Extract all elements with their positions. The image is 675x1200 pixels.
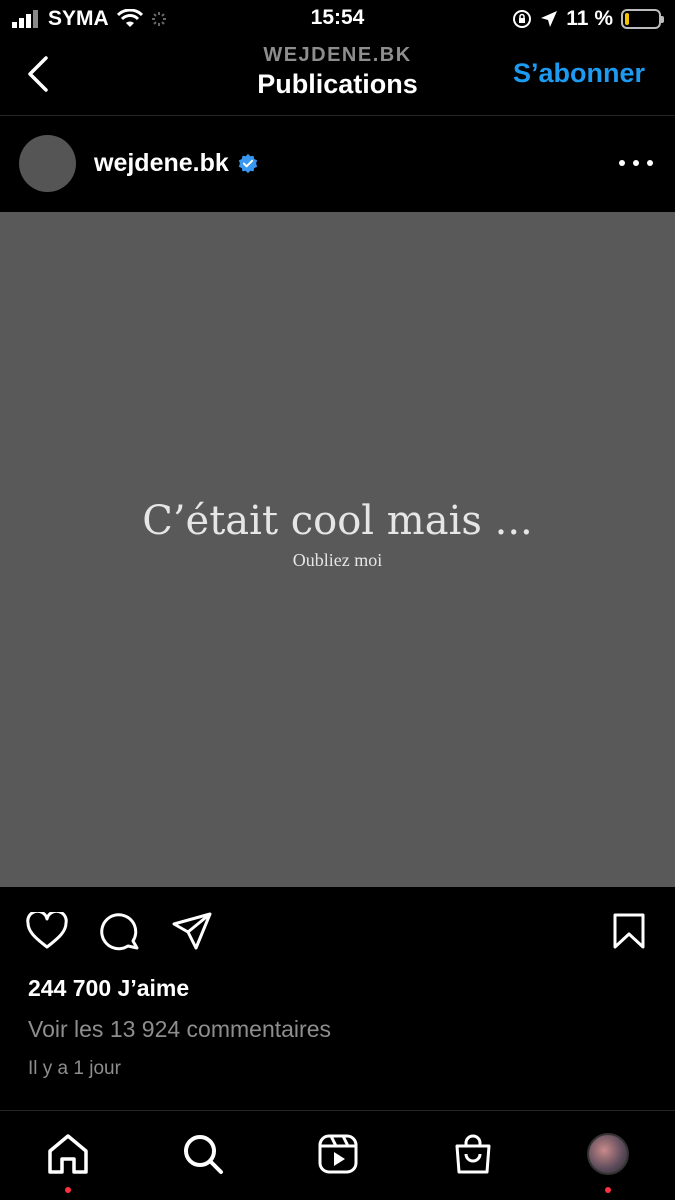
avatar[interactable] (19, 135, 76, 192)
post-actions (0, 887, 675, 977)
tab-shop[interactable] (443, 1111, 503, 1181)
view-comments-link[interactable]: Voir les 13 924 commentaires (28, 1016, 331, 1043)
bottom-tab-bar (0, 1110, 675, 1200)
verified-badge-icon (238, 153, 257, 173)
notification-dot (64, 1187, 71, 1193)
tab-reels[interactable] (308, 1111, 368, 1181)
location-arrow-icon (541, 11, 558, 27)
comment-icon (100, 913, 139, 951)
follow-button[interactable]: S’abonner (513, 58, 645, 89)
status-right: 11 % (512, 7, 664, 31)
battery-icon (621, 9, 664, 29)
home-icon (47, 1134, 88, 1174)
profile-avatar (586, 1133, 629, 1175)
more-dot-icon (647, 160, 653, 166)
status-left: SYMA (12, 7, 167, 31)
tab-home[interactable] (38, 1111, 98, 1193)
rotation-lock-icon (513, 10, 532, 28)
tab-search[interactable] (173, 1111, 233, 1181)
shop-icon (455, 1134, 490, 1174)
search-icon (183, 1135, 223, 1174)
share-button[interactable] (170, 909, 214, 953)
username-label: wejdene.bk (94, 149, 229, 177)
carrier-name: SYMA (48, 7, 109, 30)
post-header: wejdene.bk (0, 117, 675, 212)
more-options-button[interactable] (619, 149, 653, 177)
tab-profile[interactable] (578, 1111, 638, 1193)
notification-dot (604, 1187, 611, 1193)
reels-icon (318, 1134, 357, 1174)
status-bar: SYMA 11 % (0, 0, 675, 38)
wifi-icon (116, 9, 143, 27)
battery-percent: 11 % (566, 7, 613, 30)
post-timestamp: Il y a 1 jour (28, 1058, 121, 1079)
bookmark-icon (613, 913, 645, 949)
signal-icon (12, 10, 38, 28)
save-button[interactable] (607, 909, 651, 953)
likes-count[interactable]: 244 700 J’aime (28, 975, 189, 1002)
more-dot-icon (633, 160, 639, 166)
header: WEJDENE.BK Publications S’abonner (0, 38, 675, 116)
more-dot-icon (619, 160, 625, 166)
share-icon (172, 912, 212, 950)
like-button[interactable] (25, 909, 69, 953)
post-image[interactable]: C’était cool mais ... Oubliez moi (0, 212, 675, 887)
post-username[interactable]: wejdene.bk (94, 149, 259, 178)
heart-icon (26, 912, 68, 949)
battery-level (625, 13, 629, 25)
activity-spinner-icon (151, 12, 166, 26)
comment-button[interactable] (98, 909, 142, 953)
post-image-text: C’était cool mais ... (142, 498, 533, 544)
post-image-subtext: Oubliez moi (292, 550, 383, 570)
